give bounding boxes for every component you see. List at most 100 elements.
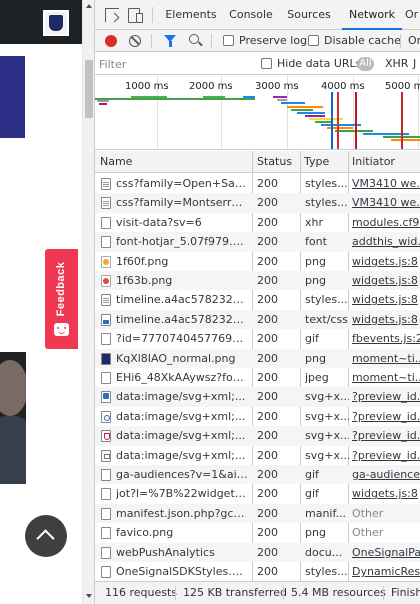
site-logo[interactable] [43,10,69,36]
request-name: data:image/svg+xml;... [116,448,246,462]
request-row[interactable]: favico.png 200 png Other [95,523,420,542]
request-initiator[interactable]: widgets.js:8 [352,271,420,290]
file-type-icon [101,546,111,559]
request-type: png [305,526,326,540]
preserve-log-checkbox[interactable] [223,35,234,46]
request-row[interactable]: 1f63b.png 200 png widgets.js:8 [95,271,420,291]
column-header-status[interactable]: Status [254,151,298,173]
tab-elements[interactable]: Elements [161,0,221,30]
scroll-down-arrow-icon[interactable] [86,594,92,598]
file-type-icon [101,372,111,384]
scrollbar-thumb[interactable] [85,60,93,118]
scroll-to-top-button[interactable] [25,515,67,557]
request-row[interactable]: webPushAnalytics 200 docu... OneSignalPa... [95,542,420,562]
request-type: font [305,235,327,249]
request-row[interactable]: ?id=777074045776934&... 200 gif fbevents.js… [95,329,420,348]
tab-console[interactable]: Console [225,0,277,30]
request-row[interactable]: ga-audiences?v=1&aip=... 200 gif ga-audienc… [95,465,420,485]
column-header-initiator[interactable]: Initiator [349,151,420,173]
timeline-bar [305,115,325,117]
filter-input[interactable] [99,56,247,72]
request-row[interactable]: KqXl8IAO_normal.png 200 png moment~ti... [95,348,420,368]
request-initiator[interactable]: moment~ti... [352,349,420,368]
timeline-tick-label: 2000 ms [189,81,233,92]
feedback-tab[interactable]: Feedback [45,249,78,349]
request-type: xhr [305,215,324,229]
request-name: ga-audiences?v=1&aip=... [116,468,248,481]
request-initiator[interactable]: ga-audiences [352,465,420,484]
request-name: EHi6_48XkAAywsz?forma... [116,371,248,384]
request-type: svg+x... [305,409,349,423]
network-overview-timeline[interactable]: 1000 ms 2000 ms 3000 ms 4000 ms 5000 ms [95,76,420,150]
request-row[interactable]: manifest.json.php?gcm_s... 200 manif... Oth… [95,503,420,524]
filter-icon[interactable] [164,35,176,47]
request-name: font-hotjar_5.07f979.woff2 [116,235,248,249]
request-row[interactable]: EHi6_48XkAAywsz?forma... 200 jpeg moment~ti… [95,368,420,387]
request-initiator[interactable]: ?preview_id... [352,407,420,426]
request-row[interactable]: font-hotjar_5.07f979.woff2 200 font addthis… [95,232,420,252]
request-initiator[interactable]: widgets.js:8 [352,290,420,309]
request-initiator[interactable]: widgets.js:8 [352,252,420,271]
tab-network[interactable]: Network [342,0,402,30]
request-row[interactable]: 1f60f.png 200 png widgets.js:8 [95,252,420,271]
request-row[interactable]: data:image/svg+xml;... 200 svg+x... ?previe… [95,407,420,426]
feedback-label: Feedback [55,261,67,317]
request-type: styles... [305,293,348,307]
column-header-name[interactable]: Name [97,151,251,173]
filter-xhr-button[interactable]: XHR [385,57,408,70]
request-row[interactable]: data:image/svg+xml;... 200 svg+x... ?previe… [95,387,420,407]
request-row[interactable]: timeline.a4ac5782325ad1... 200 styles... wi… [95,290,420,309]
request-name: data:image/svg+xml;... [116,429,246,443]
request-row[interactable]: css?family=Open+Sans%... 200 styles... VM34… [95,174,420,193]
request-row[interactable]: data:image/svg+xml;... 200 svg+x... ?previe… [95,426,420,446]
preserve-log-label: Preserve log [239,34,308,47]
request-initiator[interactable]: OneSignalPa... [352,543,420,562]
request-initiator[interactable]: ?preview_id... [352,426,420,445]
inspect-element-icon[interactable] [105,8,119,22]
request-name: favico.png [116,526,174,540]
device-toolbar-icon[interactable] [128,8,143,23]
request-row[interactable]: timeline.a4ac5782325ad1... 200 text/css wid… [95,309,420,330]
request-row[interactable]: OneSignalSDKStyles.css?... 200 styles... Dy… [95,562,420,580]
hide-data-urls-checkbox[interactable] [261,58,272,69]
request-row[interactable]: visit-data?sv=6 200 xhr modules.cf9... [95,213,420,232]
request-initiator[interactable]: ?preview_id... [352,446,420,465]
request-initiator[interactable]: moment~ti... [352,368,420,387]
column-header-type[interactable]: Type [301,151,345,173]
file-type-icon [101,566,111,578]
request-name: OneSignalSDKStyles.css?... [116,565,248,578]
request-initiator[interactable]: widgets.js:8 [352,310,420,329]
record-icon[interactable] [105,35,117,47]
person-photo [0,352,26,484]
request-type: png [305,274,326,287]
request-initiator[interactable]: ?preview_id... [352,387,420,406]
clear-icon[interactable] [129,35,141,47]
timeline-bar [99,103,107,105]
request-initiator[interactable]: DynamicRes... [352,562,420,580]
filter-js-button[interactable]: J [413,57,416,70]
throttling-select[interactable]: On [408,34,420,47]
request-initiator[interactable]: VM3410 we... [352,174,420,193]
request-row[interactable]: data:image/svg+xml;... 200 svg+x... ?previe… [95,446,420,465]
request-initiator[interactable]: modules.cf9... [352,213,420,232]
search-icon[interactable] [189,34,199,44]
requests-table-header: Name Status Type Initiator [95,151,420,173]
request-initiator[interactable]: VM3410 we... [352,193,420,212]
filter-all-button[interactable]: All [357,57,374,71]
request-row[interactable]: jot?l=%7B%22widget_ori... 200 gif widgets.j… [95,484,420,503]
request-initiator[interactable]: widgets.js:8 [352,484,420,503]
request-status: 200 [257,468,278,481]
page-scrollbar[interactable] [82,0,94,604]
request-row[interactable]: css?family=Montserrat%... 200 styles... VM3… [95,193,420,213]
scroll-up-arrow-icon[interactable] [86,4,92,8]
request-type: svg+x... [305,448,349,462]
request-status: 200 [257,429,278,443]
file-type-icon [101,255,111,268]
request-initiator[interactable]: addthis_wid... [352,232,420,251]
file-type-icon [101,391,111,404]
request-initiator[interactable]: fbevents.js:26 [352,329,420,348]
disable-cache-checkbox[interactable] [308,35,319,46]
tab-sources[interactable]: Sources [283,0,335,30]
tab-overflow[interactable]: Or [405,0,420,30]
file-type-icon [101,236,111,249]
